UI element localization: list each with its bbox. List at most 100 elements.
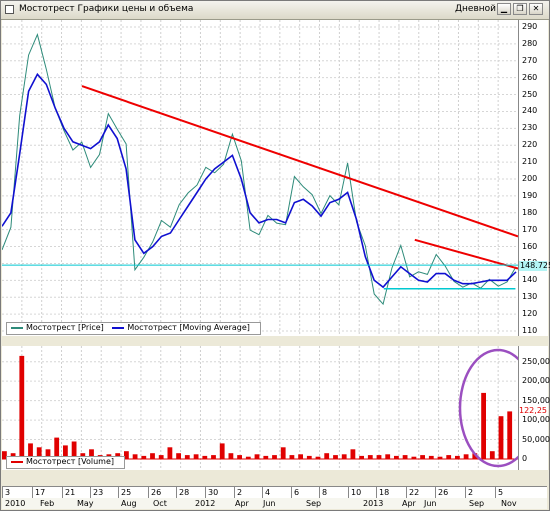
date-axis-day-label: 23 [93,488,104,497]
date-separator [234,487,235,498]
volume-bar [211,455,216,459]
current-price-badge: 148.725 [519,260,550,271]
date-separator [319,487,320,498]
date-axis-month-label: Sep [306,499,322,508]
panel-separator[interactable] [2,336,518,346]
date-axis-day-label: 25 [121,488,132,497]
price-axis[interactable]: 290 280 270 260 250 240 230 220 210 200 190 180 170 1… [518,20,548,336]
volume-bar [507,411,513,459]
date-separator [2,487,3,498]
restore-button[interactable]: ❐ [513,3,527,15]
volume-bar [158,455,164,459]
volume-bar [272,455,277,459]
date-separator [176,487,177,498]
close-button[interactable]: ✕ [529,3,543,15]
date-axis-day-label: 8 [322,488,328,497]
date-separator [406,487,407,498]
date-separator [465,487,466,498]
price-legend: Мостотрест [Price] Мостотрест [Moving Av… [6,322,261,335]
price-chart-svg [2,20,518,336]
volume-bar [489,451,495,459]
price-axis-tick: 170 [522,224,538,234]
date-axis-month-label: 2013 [363,499,384,508]
period-label[interactable]: Дневной [455,4,496,14]
date-separator [376,487,377,498]
date-separator [118,487,119,498]
trendline [414,238,518,270]
date-axis-day-label: 18 [379,488,390,497]
date-separator [62,487,63,498]
volume-bar [176,453,181,459]
volume-chart-panel[interactable]: Мостотрест [Volume] [2,346,518,470]
date-axis-month-label: Jun [263,499,276,508]
volume-bar [402,455,408,459]
volume-bar [481,392,486,459]
volume-bar [289,455,295,459]
chart-scroll-area[interactable] [2,471,547,485]
price-axis-tick: 190 [522,190,538,200]
date-axis-month-label: Aug [121,499,137,508]
date-separator [435,487,436,498]
volume-bar [132,454,138,459]
price-axis-tick: 270 [522,55,538,65]
volume-bar [167,447,173,459]
date-separator [32,487,33,498]
date-axis-month-label: Jun [424,499,437,508]
legend-swatch-price [11,326,23,329]
date-axis[interactable]: 3 17 21 23 25 26 28 30 2 4 6 8 10 18 22 26 2 5 2010 Feb May… [2,486,547,509]
volume-bar [385,454,391,459]
volume-axis-tick: 0 [522,454,528,463]
price-axis-tick: 210 [522,157,538,167]
volume-bar [367,455,373,459]
date-axis-day-label: 3 [5,488,11,497]
price-axis-tick: 160 [522,241,538,251]
minimize-button[interactable]: ▁ [497,3,511,15]
date-separator [205,487,206,498]
legend-item-price: Мостотрест [Price] [11,323,104,333]
price-axis-tick: 140 [522,275,538,285]
legend-label-moving-average: Мостотрест [Moving Average] [127,323,250,332]
volume-bar [219,443,225,459]
legend-item-volume: Мостотрест [Volume] [11,457,114,467]
volume-bar [150,453,155,459]
volume-bar [376,455,382,459]
volume-bar [350,449,356,459]
legend-item-moving-average: Мостотрест [Moving Average] [112,323,250,333]
price-axis-tick: 250 [522,89,538,99]
price-axis-tick: 180 [522,207,538,217]
volume-chart-svg [2,346,518,470]
volume-bar [498,416,504,459]
date-axis-months: 2010 Feb May Aug Oct 2012 Apr Jun Sep 2013 Apr Jun S… [2,498,547,509]
volume-bar [420,455,425,459]
date-axis-day-label: 26 [151,488,162,497]
date-axis-month-label: Sep [469,499,485,508]
volume-bar [280,447,286,459]
date-separator [90,487,91,498]
date-separator [148,487,149,498]
legend-label-price: Мостотрест [Price] [26,323,104,332]
price-chart-panel[interactable]: Мостотрест [Price] Мостотрест [Moving Av… [2,20,518,336]
price-axis-tick: 260 [522,72,538,82]
date-axis-day-label: 2 [468,488,474,497]
date-axis-month-label: Nov [501,499,517,508]
volume-axis-tick: 100,000 [522,415,550,425]
title-bar[interactable]: Мостотрест Графики цены и объема Дневной… [1,1,549,20]
volume-axis-tick: 200,000 [522,376,550,386]
price-axis-tick: 290 [522,22,538,31]
price-axis-tick: 280 [522,38,538,48]
date-axis-month-label: 2012 [195,499,216,508]
volume-bar [341,454,347,459]
price-axis-tick: 120 [522,309,538,319]
volume-bar [254,454,260,459]
date-axis-day-label: 10 [351,488,362,497]
date-axis-day-label: 4 [265,488,271,497]
price-axis-tick: 240 [522,106,538,116]
volume-bar [333,455,338,459]
volume-bar [463,454,469,459]
legend-swatch-moving-average [112,326,125,329]
date-axis-month-label: Oct [153,499,167,508]
price-axis-tick: 110 [522,326,538,335]
date-axis-day-label: 28 [179,488,190,497]
window-icon [5,5,14,14]
volume-bar [298,454,303,459]
